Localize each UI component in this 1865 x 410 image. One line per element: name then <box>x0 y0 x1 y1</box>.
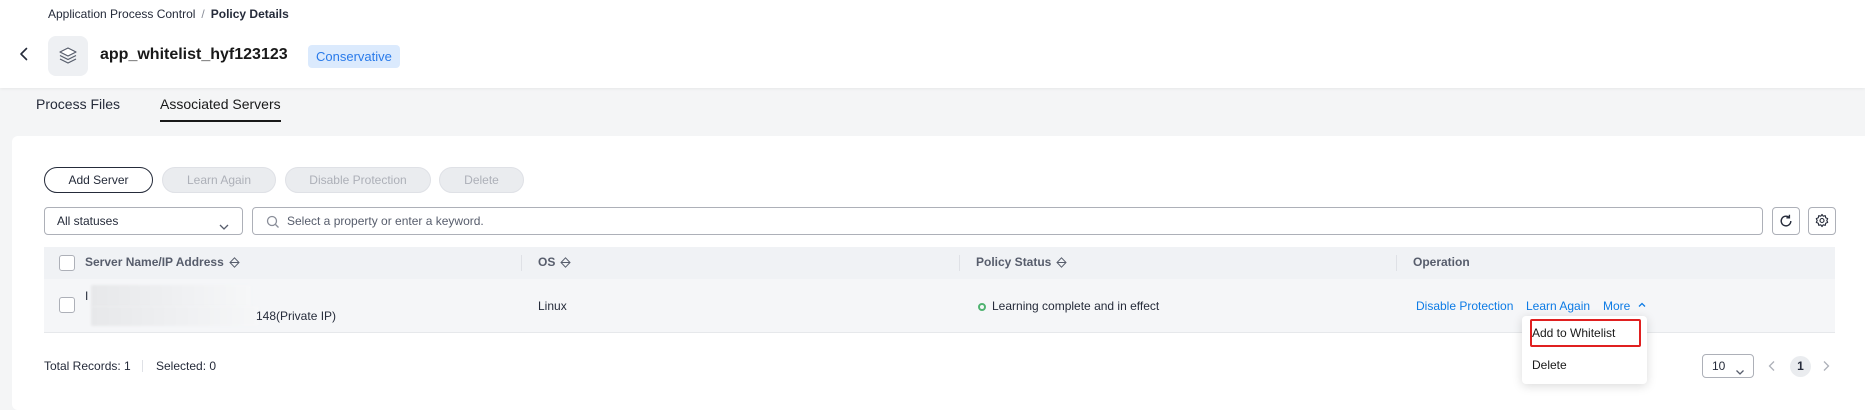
server-os: Linux <box>538 299 567 313</box>
tab-associated-servers[interactable]: Associated Servers <box>160 96 281 122</box>
refresh-icon <box>1780 214 1792 227</box>
column-header-operation: Operation <box>1413 255 1470 269</box>
selected-count: Selected: 0 <box>156 359 217 373</box>
refresh-button[interactable] <box>1772 207 1800 235</box>
settings-button[interactable] <box>1808 207 1836 235</box>
search-icon <box>266 215 280 232</box>
select-all-checkbox[interactable] <box>59 255 75 271</box>
server-name[interactable]: I <box>85 289 88 303</box>
disable-protection-button[interactable]: Disable Protection <box>285 167 431 193</box>
previous-page-icon[interactable] <box>1766 360 1778 375</box>
status-dot-icon <box>978 303 986 311</box>
column-divider <box>521 255 522 271</box>
next-page-icon[interactable] <box>1820 360 1832 375</box>
more-dropdown-menu: Add to Whitelist Delete <box>1522 316 1647 384</box>
column-header-os: OS <box>538 255 572 269</box>
row-disable-protection-link[interactable]: Disable Protection <box>1416 299 1513 313</box>
breadcrumb-current: Policy Details <box>210 7 289 21</box>
learn-again-button[interactable]: Learn Again <box>162 167 276 193</box>
table-header: Server Name/IP Address OS Policy Status … <box>44 247 1835 279</box>
search-box <box>252 207 1763 235</box>
tab-process-files[interactable]: Process Files <box>36 96 120 112</box>
sort-icon[interactable] <box>1056 256 1068 268</box>
delete-button[interactable]: Delete <box>439 167 524 193</box>
row-more-link[interactable]: More <box>1603 299 1647 313</box>
sort-icon[interactable] <box>229 256 240 268</box>
chevron-up-icon <box>1638 302 1646 307</box>
menu-item-delete[interactable]: Delete <box>1532 358 1567 372</box>
page-number-current[interactable]: 1 <box>1790 356 1811 377</box>
row-learn-again-link[interactable]: Learn Again <box>1526 299 1590 313</box>
chevron-down-icon <box>1735 362 1745 384</box>
breadcrumb-separator: / <box>201 7 205 21</box>
policy-level-tag: Conservative <box>308 45 400 68</box>
server-ip: 148(Private IP) <box>256 309 337 323</box>
column-header-server: Server Name/IP Address <box>85 255 240 269</box>
policy-stack-icon <box>48 36 88 76</box>
gear-icon <box>1815 213 1829 228</box>
policy-status: Learning complete and in effect <box>978 299 1159 313</box>
footer-divider <box>142 360 143 372</box>
redacted-server-name <box>91 285 251 307</box>
total-records: Total Records: 1 <box>44 359 131 373</box>
breadcrumb-parent[interactable]: Application Process Control <box>48 7 195 21</box>
page-size-select[interactable]: 10 <box>1702 354 1754 378</box>
breadcrumb: Application Process Control / Policy Detai… <box>48 7 289 21</box>
add-server-button[interactable]: Add Server <box>44 167 153 193</box>
status-filter-value: All statuses <box>57 214 119 228</box>
policy-name: app_whitelist_hyf123123 <box>100 46 288 63</box>
column-header-policy-status: Policy Status <box>976 255 1068 269</box>
column-divider <box>959 255 960 271</box>
search-input[interactable] <box>287 210 1687 232</box>
page-header: Application Process Control / Policy Detai… <box>0 0 1865 88</box>
chevron-down-icon <box>218 216 230 242</box>
row-checkbox[interactable] <box>59 297 75 313</box>
menu-item-add-to-whitelist[interactable]: Add to Whitelist <box>1532 326 1615 340</box>
back-arrow-icon[interactable] <box>16 46 32 62</box>
status-filter-select[interactable]: All statuses <box>44 207 243 235</box>
sort-icon[interactable] <box>560 256 572 268</box>
column-divider <box>1396 255 1397 271</box>
redacted-ip-address <box>91 306 259 326</box>
